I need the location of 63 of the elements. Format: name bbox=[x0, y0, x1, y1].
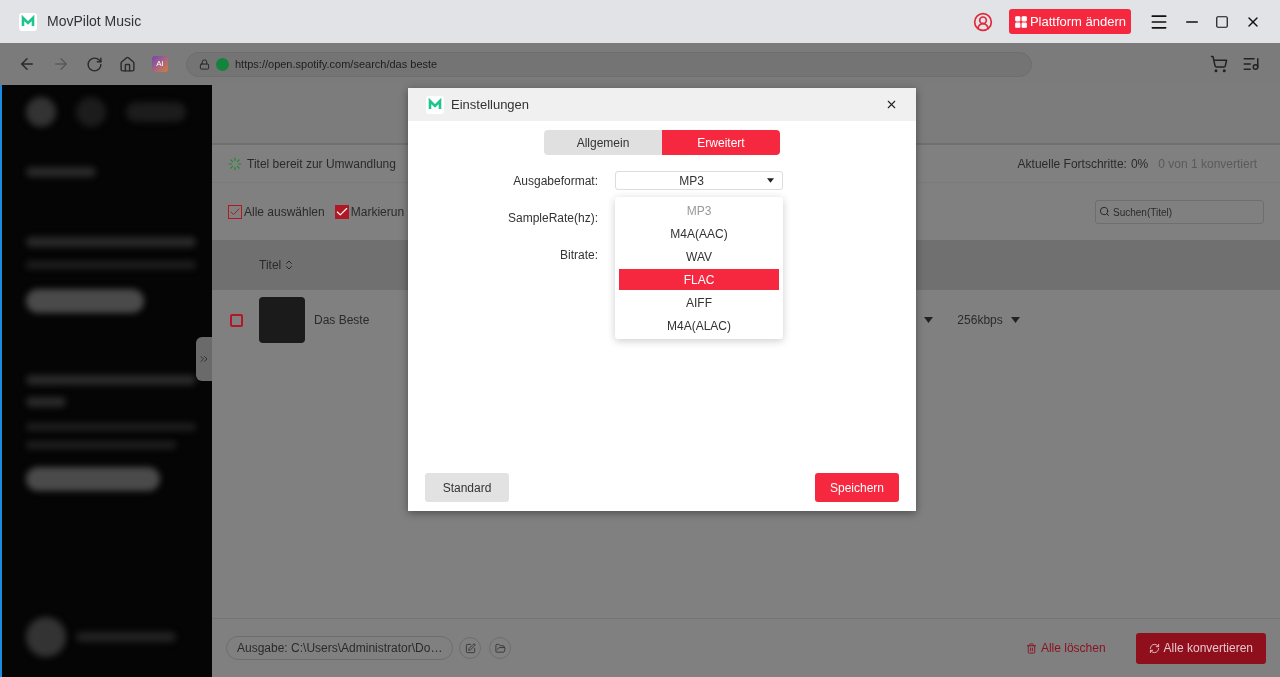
user-icon[interactable] bbox=[972, 11, 993, 32]
save-button[interactable]: Speichern bbox=[815, 473, 899, 502]
caret-icon[interactable] bbox=[767, 178, 774, 183]
expand-handle[interactable] bbox=[196, 337, 212, 381]
dropdown-option[interactable]: FLAC bbox=[619, 269, 779, 290]
blurred-placeholder bbox=[76, 97, 106, 127]
grid-icon bbox=[1013, 14, 1028, 29]
mark-button[interactable]: Markierun bbox=[334, 202, 405, 221]
status-text: Titel bereit zur Umwandlung bbox=[247, 155, 396, 173]
loading-icon bbox=[228, 156, 242, 171]
lock-icon bbox=[199, 58, 210, 70]
trash-icon bbox=[1025, 642, 1037, 654]
music-logo-icon bbox=[216, 57, 229, 71]
ai-badge[interactable]: AI bbox=[152, 56, 168, 72]
checkbox-icon bbox=[228, 204, 242, 219]
checkbox-icon bbox=[334, 204, 349, 219]
edit-icon bbox=[464, 642, 476, 654]
home-icon[interactable] bbox=[119, 55, 136, 73]
blurred-placeholder bbox=[26, 167, 96, 177]
row-checkbox[interactable] bbox=[230, 313, 243, 327]
column-header[interactable]: Titel bbox=[259, 256, 282, 274]
format-select[interactable]: MP3 bbox=[615, 171, 783, 190]
field-label: Ausgabeformat: bbox=[512, 172, 598, 190]
progress-value: 0% bbox=[1130, 155, 1149, 173]
settings-tab[interactable]: Erweitert bbox=[662, 130, 780, 155]
convert-all-button[interactable]: Alle konvertieren bbox=[1135, 632, 1266, 664]
delete-all-button[interactable]: Alle löschen bbox=[1025, 639, 1106, 657]
folder-icon bbox=[494, 642, 506, 654]
settings-tab[interactable]: Allgemein bbox=[544, 130, 662, 155]
maximize-icon[interactable] bbox=[1215, 14, 1229, 29]
dropdown-option[interactable]: M4A(AAC) bbox=[619, 223, 779, 244]
playlist-icon[interactable] bbox=[1242, 55, 1260, 73]
dropdown-option[interactable]: AIFF bbox=[619, 292, 779, 313]
progress-label: Aktuelle Fortschritte: bbox=[1017, 155, 1127, 173]
window-title: MovPilot Music bbox=[47, 12, 142, 31]
search-field[interactable]: Suchen(Titel) bbox=[1095, 200, 1264, 225]
blurred-placeholder bbox=[26, 397, 66, 407]
standard-button[interactable]: Standard bbox=[425, 473, 509, 502]
dropdown-option[interactable]: M4A(ALAC) bbox=[619, 315, 779, 336]
field-label: SampleRate(hz): bbox=[506, 209, 598, 227]
album-art-placeholder bbox=[259, 297, 305, 343]
field-label: Bitrate: bbox=[559, 246, 598, 264]
close-icon[interactable] bbox=[885, 98, 898, 111]
cart-icon[interactable] bbox=[1210, 55, 1228, 73]
app-logo-icon bbox=[19, 12, 37, 31]
app-logo-icon bbox=[426, 95, 444, 114]
bitrate-text: 256kbps bbox=[957, 312, 1003, 329]
address-bar[interactable]: https://open.spotify.com/search/das beste bbox=[186, 51, 1032, 77]
search-icon bbox=[1099, 205, 1110, 217]
reload-icon[interactable] bbox=[86, 55, 103, 73]
track-title: Das Beste bbox=[314, 312, 370, 329]
double-chevron-icon bbox=[198, 353, 210, 365]
dialog-title: Einstellungen bbox=[451, 95, 530, 114]
blurred-placeholder bbox=[26, 97, 56, 127]
select-all-button[interactable]: Alle auswählen bbox=[228, 202, 325, 221]
url-text: https://open.spotify.com/search/das beste bbox=[235, 56, 438, 72]
refresh-icon bbox=[1148, 642, 1160, 654]
blurred-placeholder bbox=[126, 102, 186, 122]
back-icon[interactable] bbox=[18, 55, 36, 73]
platform-button[interactable]: Plattform ändern bbox=[1008, 9, 1131, 34]
dropdown-option[interactable]: WAV bbox=[619, 246, 779, 267]
dropdown-option[interactable]: MP3 bbox=[619, 200, 779, 221]
blurred-placeholder bbox=[26, 617, 66, 657]
